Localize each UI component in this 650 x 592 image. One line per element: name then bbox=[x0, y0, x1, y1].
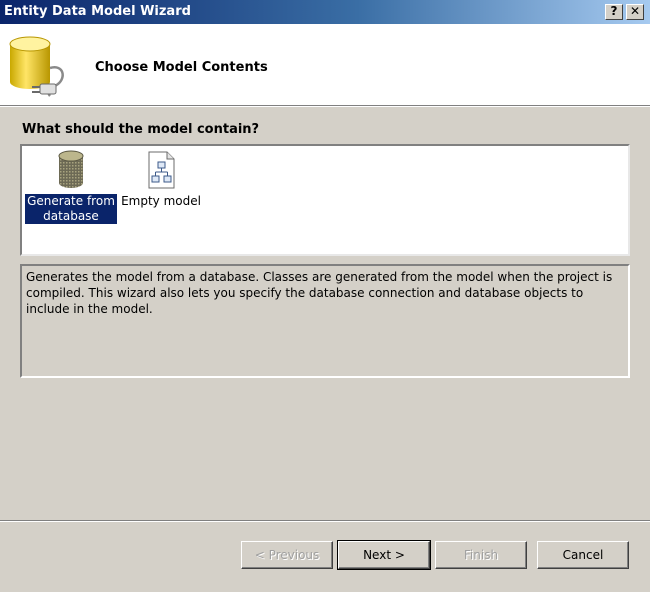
finish-button[interactable]: Finish bbox=[435, 541, 527, 569]
cancel-button[interactable]: Cancel bbox=[537, 541, 629, 569]
next-button[interactable]: Next > bbox=[337, 540, 431, 570]
option-empty-model[interactable]: Empty model bbox=[118, 150, 204, 209]
window-title: Entity Data Model Wizard bbox=[4, 4, 191, 19]
model-contents-question: What should the model contain? bbox=[22, 122, 260, 137]
help-button[interactable]: ? bbox=[605, 4, 623, 20]
close-button[interactable]: ✕ bbox=[626, 4, 644, 20]
database-icon bbox=[58, 150, 84, 188]
window-titlebar[interactable]: Entity Data Model Wizard bbox=[0, 0, 650, 24]
header-divider bbox=[0, 106, 650, 107]
previous-button[interactable]: < Previous bbox=[241, 541, 333, 569]
option-label: Generate from database bbox=[25, 194, 117, 224]
footer-divider bbox=[0, 520, 650, 522]
help-icon: ? bbox=[610, 4, 618, 18]
model-contents-listview[interactable]: Generate from database Empty model bbox=[20, 144, 630, 256]
empty-model-icon bbox=[148, 151, 175, 189]
option-label: Empty model bbox=[121, 194, 201, 208]
database-plug-icon bbox=[9, 36, 64, 97]
close-icon: ✕ bbox=[629, 4, 641, 18]
option-generate-from-database[interactable]: Generate from database bbox=[25, 150, 117, 224]
page-title: Choose Model Contents bbox=[95, 60, 268, 75]
wizard-header: Choose Model Contents bbox=[0, 24, 650, 106]
option-description: Generates the model from a database. Cla… bbox=[20, 264, 630, 378]
